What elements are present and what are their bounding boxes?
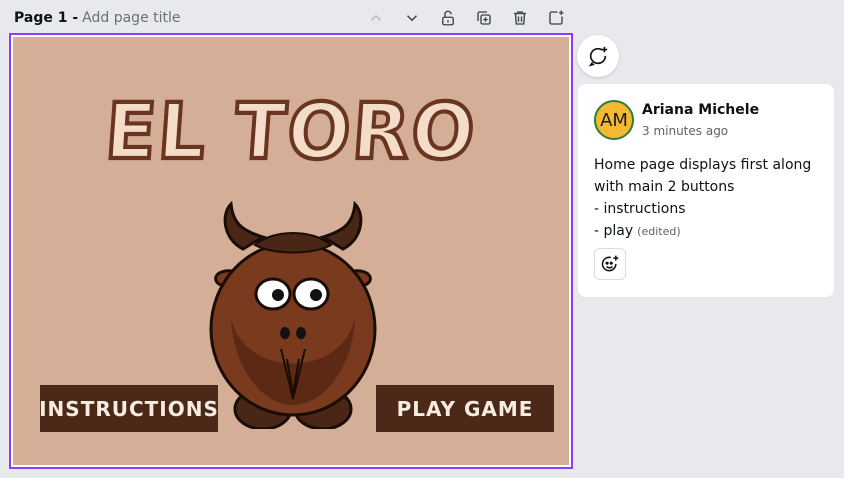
- add-comment-icon: [588, 46, 608, 67]
- lock-icon: [442, 10, 454, 26]
- duplicate-page-button[interactable]: [472, 6, 496, 30]
- add-reaction-button[interactable]: [594, 248, 626, 280]
- comment-line: Home page displays first along: [594, 157, 812, 173]
- chevron-down-icon: [406, 15, 418, 22]
- instructions-button[interactable]: INSTRUCTIONS: [39, 385, 218, 432]
- chevron-up-icon: [370, 14, 382, 21]
- emoji-add-icon: [601, 255, 619, 272]
- delete-page-button[interactable]: [508, 6, 532, 30]
- add-comment-button[interactable]: [577, 35, 619, 77]
- comment-text: Home page displays first along with main…: [594, 154, 822, 243]
- move-page-down-button[interactable]: [400, 6, 424, 30]
- comment-line: - instructions: [594, 201, 686, 217]
- comment-line-last: - play (edited): [594, 220, 822, 243]
- edited-label: (edited): [637, 225, 681, 238]
- comment-card: AM Ariana Michele 3 minutes ago Home pag…: [578, 84, 834, 297]
- avatar[interactable]: AM: [594, 100, 634, 140]
- page-toolbar: [364, 6, 580, 30]
- page-header: Page 1 - Add page title: [14, 8, 181, 28]
- page-number-label: Page 1 -: [14, 10, 79, 26]
- page-title-input[interactable]: Add page title: [82, 10, 180, 26]
- comment-timestamp: 3 minutes ago: [642, 124, 729, 138]
- comment-author: Ariana Michele: [642, 102, 760, 118]
- design-canvas-frame[interactable]: EL TORO INSTRUCTIONS PLAY GAME: [9, 33, 573, 469]
- move-page-up-button[interactable]: [364, 6, 388, 30]
- design-canvas[interactable]: EL TORO INSTRUCTIONS PLAY GAME: [13, 37, 569, 465]
- comment-line: with main 2 buttons: [594, 179, 735, 195]
- add-page-button[interactable]: [544, 6, 568, 30]
- comment-line: - play: [594, 223, 634, 239]
- trash-icon: [514, 11, 526, 25]
- bull-illustration[interactable]: [203, 199, 383, 429]
- lock-page-button[interactable]: [436, 6, 460, 30]
- game-title[interactable]: EL TORO: [13, 85, 569, 179]
- duplicate-icon: [477, 11, 491, 25]
- play-game-button[interactable]: PLAY GAME: [376, 385, 554, 432]
- add-page-icon: [549, 10, 564, 25]
